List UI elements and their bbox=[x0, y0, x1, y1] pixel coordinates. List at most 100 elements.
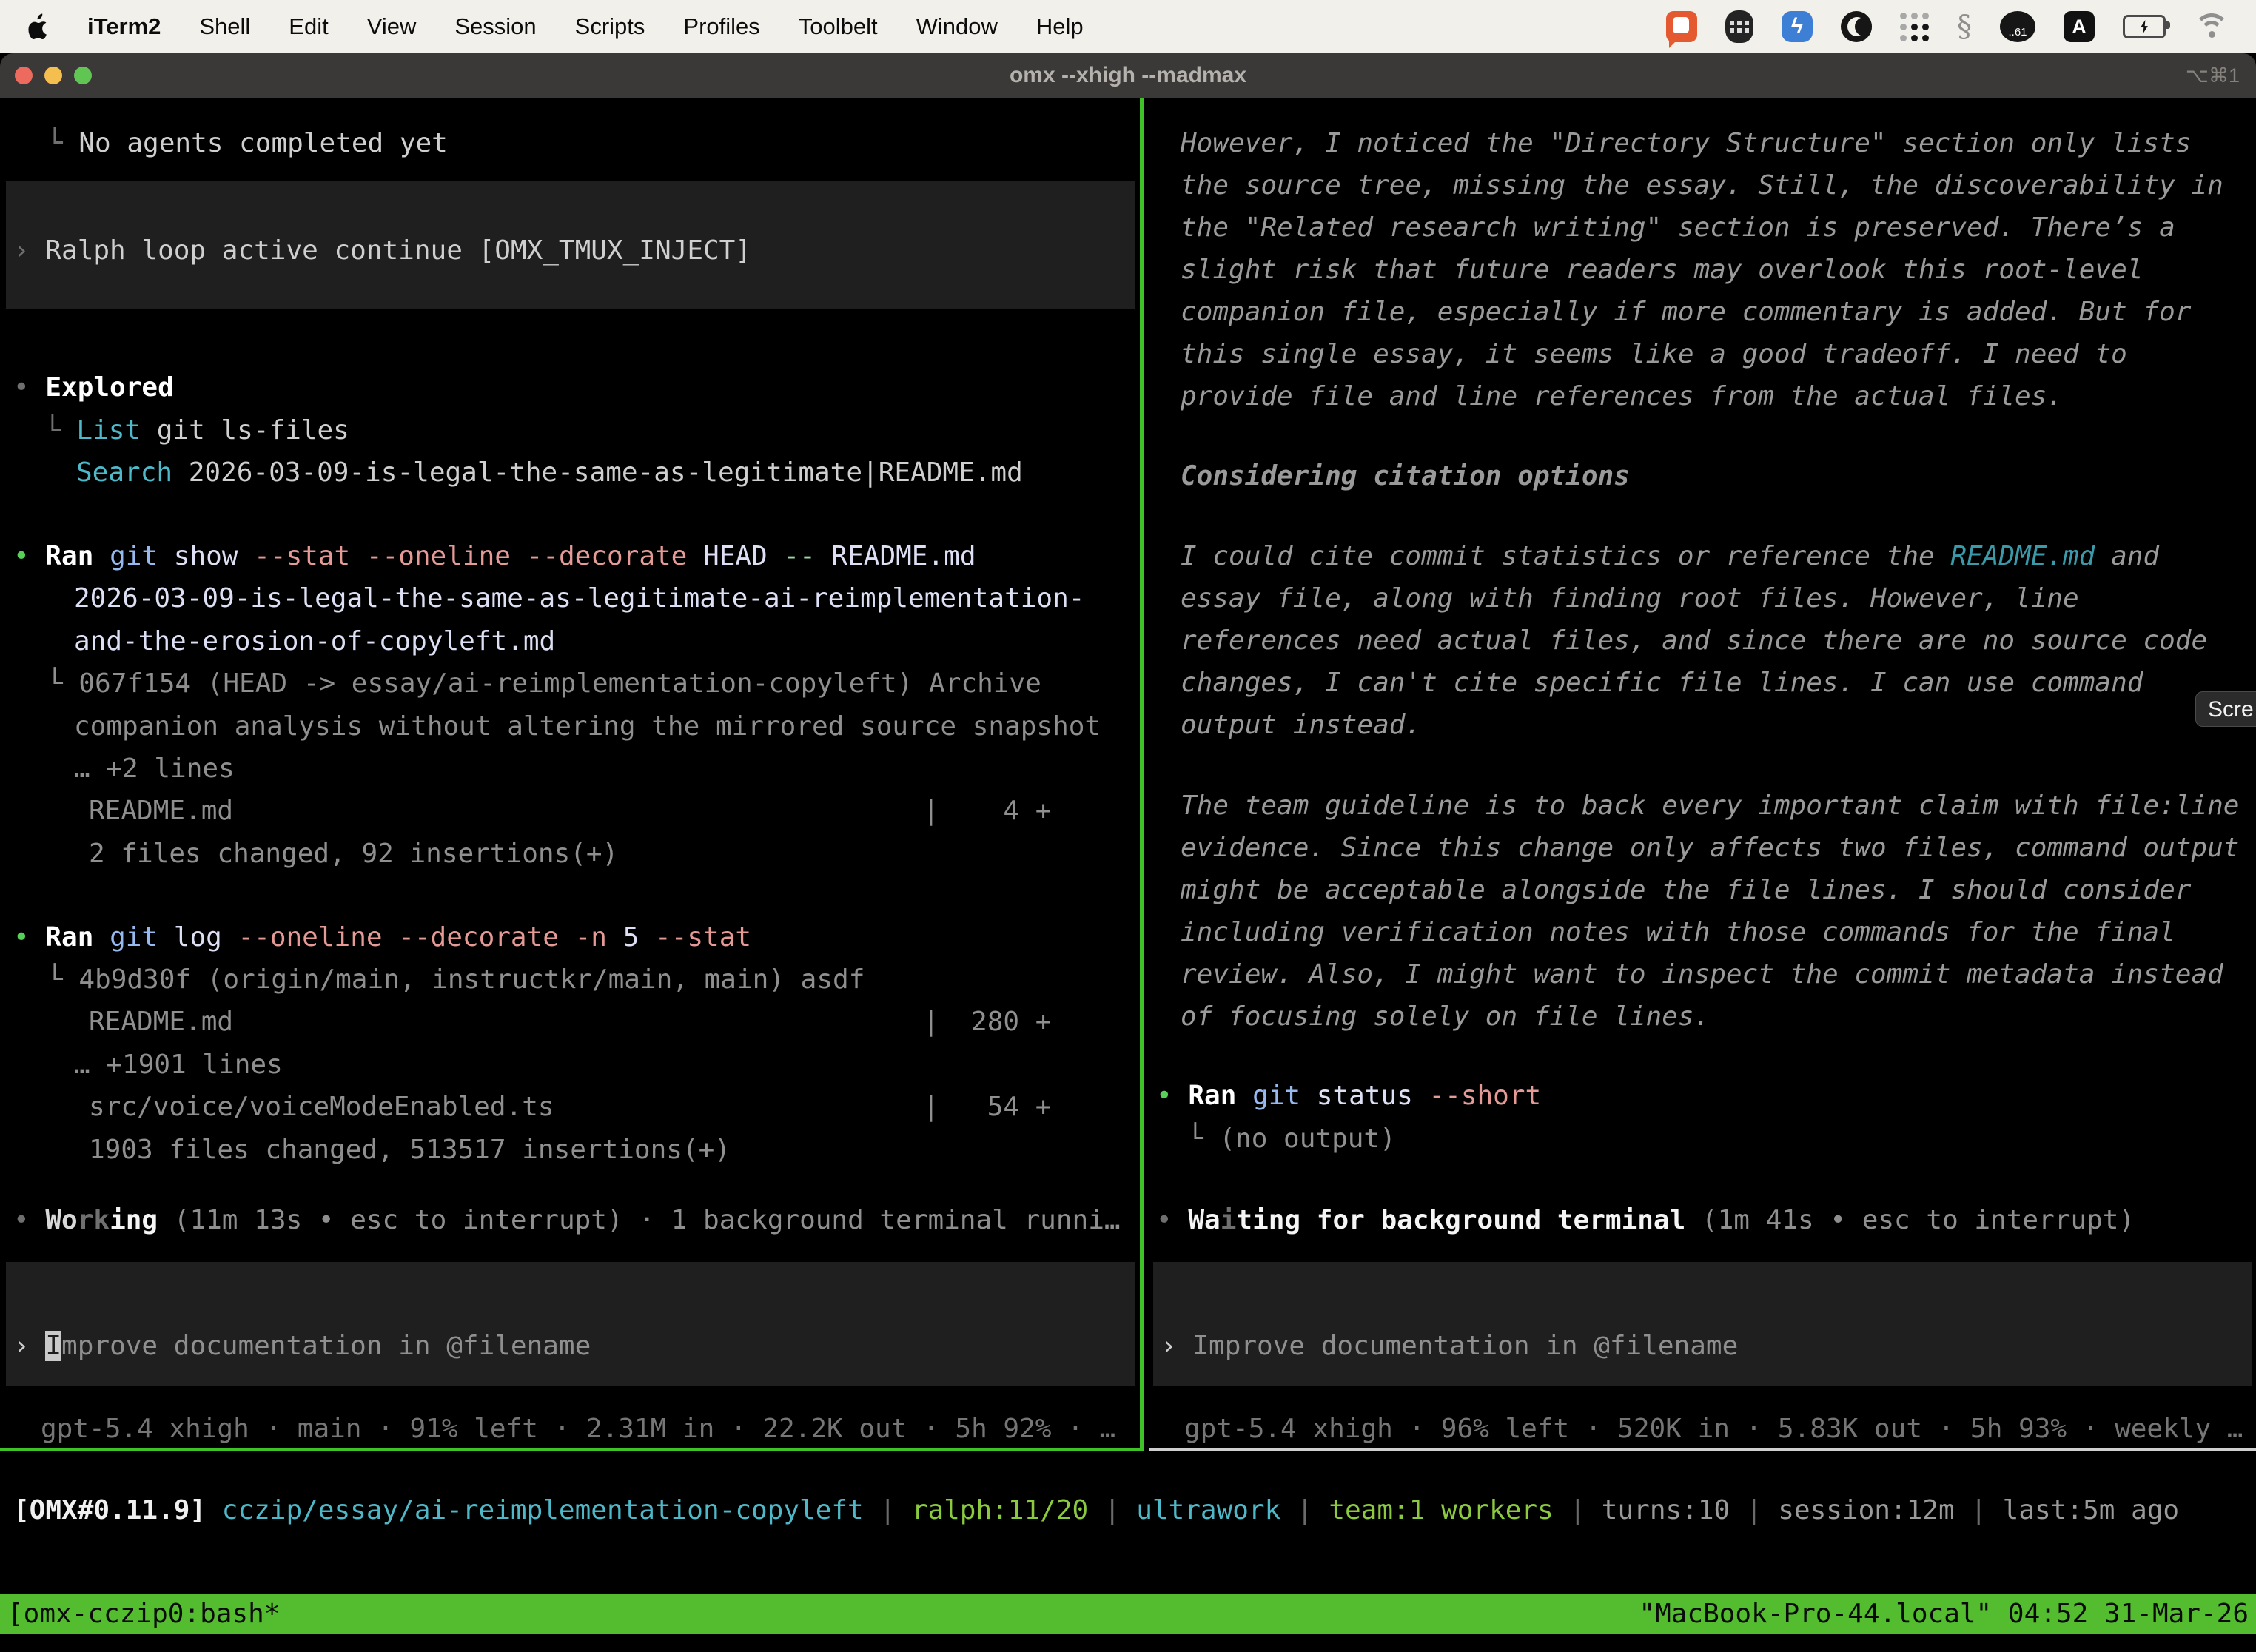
chat-app-icon[interactable] bbox=[1666, 11, 1697, 42]
session-status-left: gpt-5.4 xhigh · main · 91% left · 2.31M … bbox=[41, 1408, 1115, 1450]
team-badge: team:1 workers bbox=[1329, 1495, 1553, 1525]
prompt-input-left[interactable] bbox=[6, 1262, 1135, 1386]
wifi-icon[interactable] bbox=[2194, 13, 2229, 40]
bullet: • bbox=[13, 541, 45, 571]
bolt-app-icon[interactable]: ϟ bbox=[1782, 11, 1813, 42]
ran-label: Ran bbox=[45, 541, 93, 571]
count-arg: 5 bbox=[607, 922, 639, 953]
badge-61-icon[interactable]: ..61 bbox=[2000, 11, 2035, 42]
prompt-line-left[interactable]: › Improve documentation in @filename bbox=[13, 1325, 591, 1367]
flag-n: -n bbox=[559, 922, 607, 953]
prompt-line-right[interactable]: › Improve documentation in @filename bbox=[1161, 1325, 1738, 1367]
tmux-status-bar: [omx-cczip0:bash* "MacBook-Pro-44.local"… bbox=[0, 1594, 2256, 1634]
last-activity: last:5m ago bbox=[2003, 1495, 2179, 1525]
prompt-chevron: › bbox=[13, 235, 45, 266]
turns-counter: turns:10 bbox=[1602, 1495, 1730, 1525]
inject-line: › Ralph loop active continue [OMX_TMUX_I… bbox=[13, 229, 751, 272]
command-output: companion analysis without altering the … bbox=[74, 705, 1101, 748]
reasoning-line: slight risk that future readers may over… bbox=[1181, 249, 2143, 291]
menu-item-shell[interactable]: Shell bbox=[199, 13, 250, 40]
menu-item-session[interactable]: Session bbox=[454, 13, 536, 40]
input-source-a-icon[interactable]: A bbox=[2064, 11, 2095, 42]
pane-left: └ No agents completed yet › Ralph loop a… bbox=[0, 98, 1140, 1451]
reasoning-line: this single essay, it seems like a good … bbox=[1181, 333, 2127, 375]
record-app-icon[interactable] bbox=[1841, 11, 1872, 42]
tree-glyph: └ bbox=[44, 415, 76, 446]
explored-list-line: └ List git ls-files bbox=[44, 409, 349, 451]
reasoning-line: evidence. Since this change only affects… bbox=[1181, 827, 2239, 869]
prompt-input-right[interactable] bbox=[1153, 1262, 2252, 1386]
readme-link[interactable]: README.md bbox=[1950, 541, 2095, 571]
prompt-chevron: › bbox=[1161, 1331, 1192, 1361]
list-verb: List bbox=[76, 415, 141, 446]
menu-item-toolbelt[interactable]: Toolbelt bbox=[799, 13, 878, 40]
bullet: • bbox=[13, 922, 45, 953]
reasoning-line: references need actual files, and since … bbox=[1181, 620, 2207, 662]
explored-title: Explored bbox=[45, 372, 173, 403]
window-shortcut-badge: ⌥⌘1 bbox=[2186, 64, 2240, 87]
reasoning-line: I could cite commit statistics or refere… bbox=[1181, 535, 2159, 577]
window-title: omx --xhigh --madmax bbox=[0, 63, 2256, 88]
separator: | bbox=[1088, 1495, 1136, 1525]
dash-sep: -- bbox=[768, 541, 816, 571]
file-arg: README.md bbox=[816, 541, 976, 571]
waiting-status: • Waiting for background terminal (1m 41… bbox=[1156, 1199, 2135, 1241]
git-status-command: • Ran git status --short bbox=[1156, 1075, 1541, 1117]
reasoning-line: might be acceptable alongside the file l… bbox=[1181, 869, 2191, 911]
diffstat-summary: 1903 files changed, 513517 insertions(+) bbox=[89, 1129, 731, 1171]
working-shimmer: Wo bbox=[45, 1205, 77, 1235]
terminal: └ No agents completed yet › Ralph loop a… bbox=[0, 98, 2256, 1652]
head-ref: HEAD bbox=[687, 541, 767, 571]
reasoning-heading: Considering citation options bbox=[1181, 455, 1630, 497]
reasoning-text: I could cite commit statistics or refere… bbox=[1181, 541, 1950, 571]
dots-grid-icon[interactable] bbox=[1900, 13, 1929, 41]
reasoning-line: the "Related research writing" section i… bbox=[1181, 206, 2175, 249]
reasoning-line: review. Also, I might want to inspect th… bbox=[1181, 953, 2223, 995]
explored-header: • Explored bbox=[13, 366, 174, 409]
squiggle-app-icon[interactable]: § bbox=[1957, 10, 1972, 44]
command-output: └ 067f154 (HEAD -> essay/ai-reimplementa… bbox=[47, 662, 1041, 705]
ran-label: Ran bbox=[45, 922, 93, 953]
waiting-shimmer: Wa bbox=[1188, 1205, 1220, 1235]
screen-tooltip: Scre bbox=[2195, 691, 2256, 727]
flags: --oneline --decorate bbox=[222, 922, 559, 953]
list-arg: git ls-files bbox=[141, 415, 349, 446]
text-cursor: I bbox=[45, 1331, 61, 1361]
omx-path: cczip/essay/ai-reimplementation-copyleft bbox=[206, 1495, 864, 1525]
explored-search-line: Search 2026-03-09-is-legal-the-same-as-l… bbox=[76, 451, 1023, 494]
separator: | bbox=[1554, 1495, 1602, 1525]
output-ellipsis: … +1901 lines bbox=[74, 1044, 283, 1086]
battery-icon[interactable] bbox=[2123, 15, 2166, 38]
bullet: • bbox=[13, 372, 45, 403]
menu-item-help[interactable]: Help bbox=[1036, 13, 1084, 40]
reasoning-line: The team guideline is to back every impo… bbox=[1181, 785, 2239, 827]
command-continuation: and-the-erosion-of-copyleft.md bbox=[74, 620, 555, 662]
reasoning-text: and bbox=[2095, 541, 2159, 571]
menu-item-window[interactable]: Window bbox=[916, 13, 998, 40]
menu-item-edit[interactable]: Edit bbox=[289, 13, 328, 40]
reasoning-line: essay file, along with finding root file… bbox=[1181, 577, 2079, 620]
diffstat-row: src/voice/voiceModeEnabled.ts | 54 + bbox=[89, 1086, 1051, 1128]
reasoning-line: However, I noticed the "Directory Struct… bbox=[1181, 122, 2191, 164]
separator: | bbox=[1280, 1495, 1329, 1525]
menu-item-scripts[interactable]: Scripts bbox=[575, 13, 645, 40]
menu-item-profiles[interactable]: Profiles bbox=[683, 13, 759, 40]
reasoning-line: output instead. bbox=[1181, 704, 1421, 746]
waiting-detail: (1m 41s • esc to interrupt) bbox=[1685, 1205, 2135, 1235]
git-show-command: • Ran git show --stat --oneline --decora… bbox=[13, 535, 976, 577]
git-log-command: • Ran git log --oneline --decorate -n 5 … bbox=[13, 916, 751, 958]
separator: | bbox=[864, 1495, 912, 1525]
menu-item-iterm2[interactable]: iTerm2 bbox=[87, 13, 161, 40]
working-shimmer: ing bbox=[110, 1205, 158, 1235]
menu-item-view[interactable]: View bbox=[367, 13, 417, 40]
shield-app-icon[interactable] bbox=[1725, 10, 1753, 43]
apple-icon[interactable] bbox=[27, 13, 49, 40]
prompt-text: Improve documentation in @filename bbox=[1192, 1331, 1738, 1361]
subcommand: log bbox=[158, 922, 222, 953]
working-status: • Working (11m 13s • esc to interrupt) ·… bbox=[13, 1199, 1121, 1241]
git-token: git bbox=[93, 541, 158, 571]
flag-stat: --stat bbox=[639, 922, 751, 953]
tmux-window-name[interactable]: [omx-cczip0:bash* bbox=[7, 1593, 280, 1635]
bullet: • bbox=[1156, 1081, 1188, 1111]
pane-divider[interactable] bbox=[1140, 98, 1144, 1451]
